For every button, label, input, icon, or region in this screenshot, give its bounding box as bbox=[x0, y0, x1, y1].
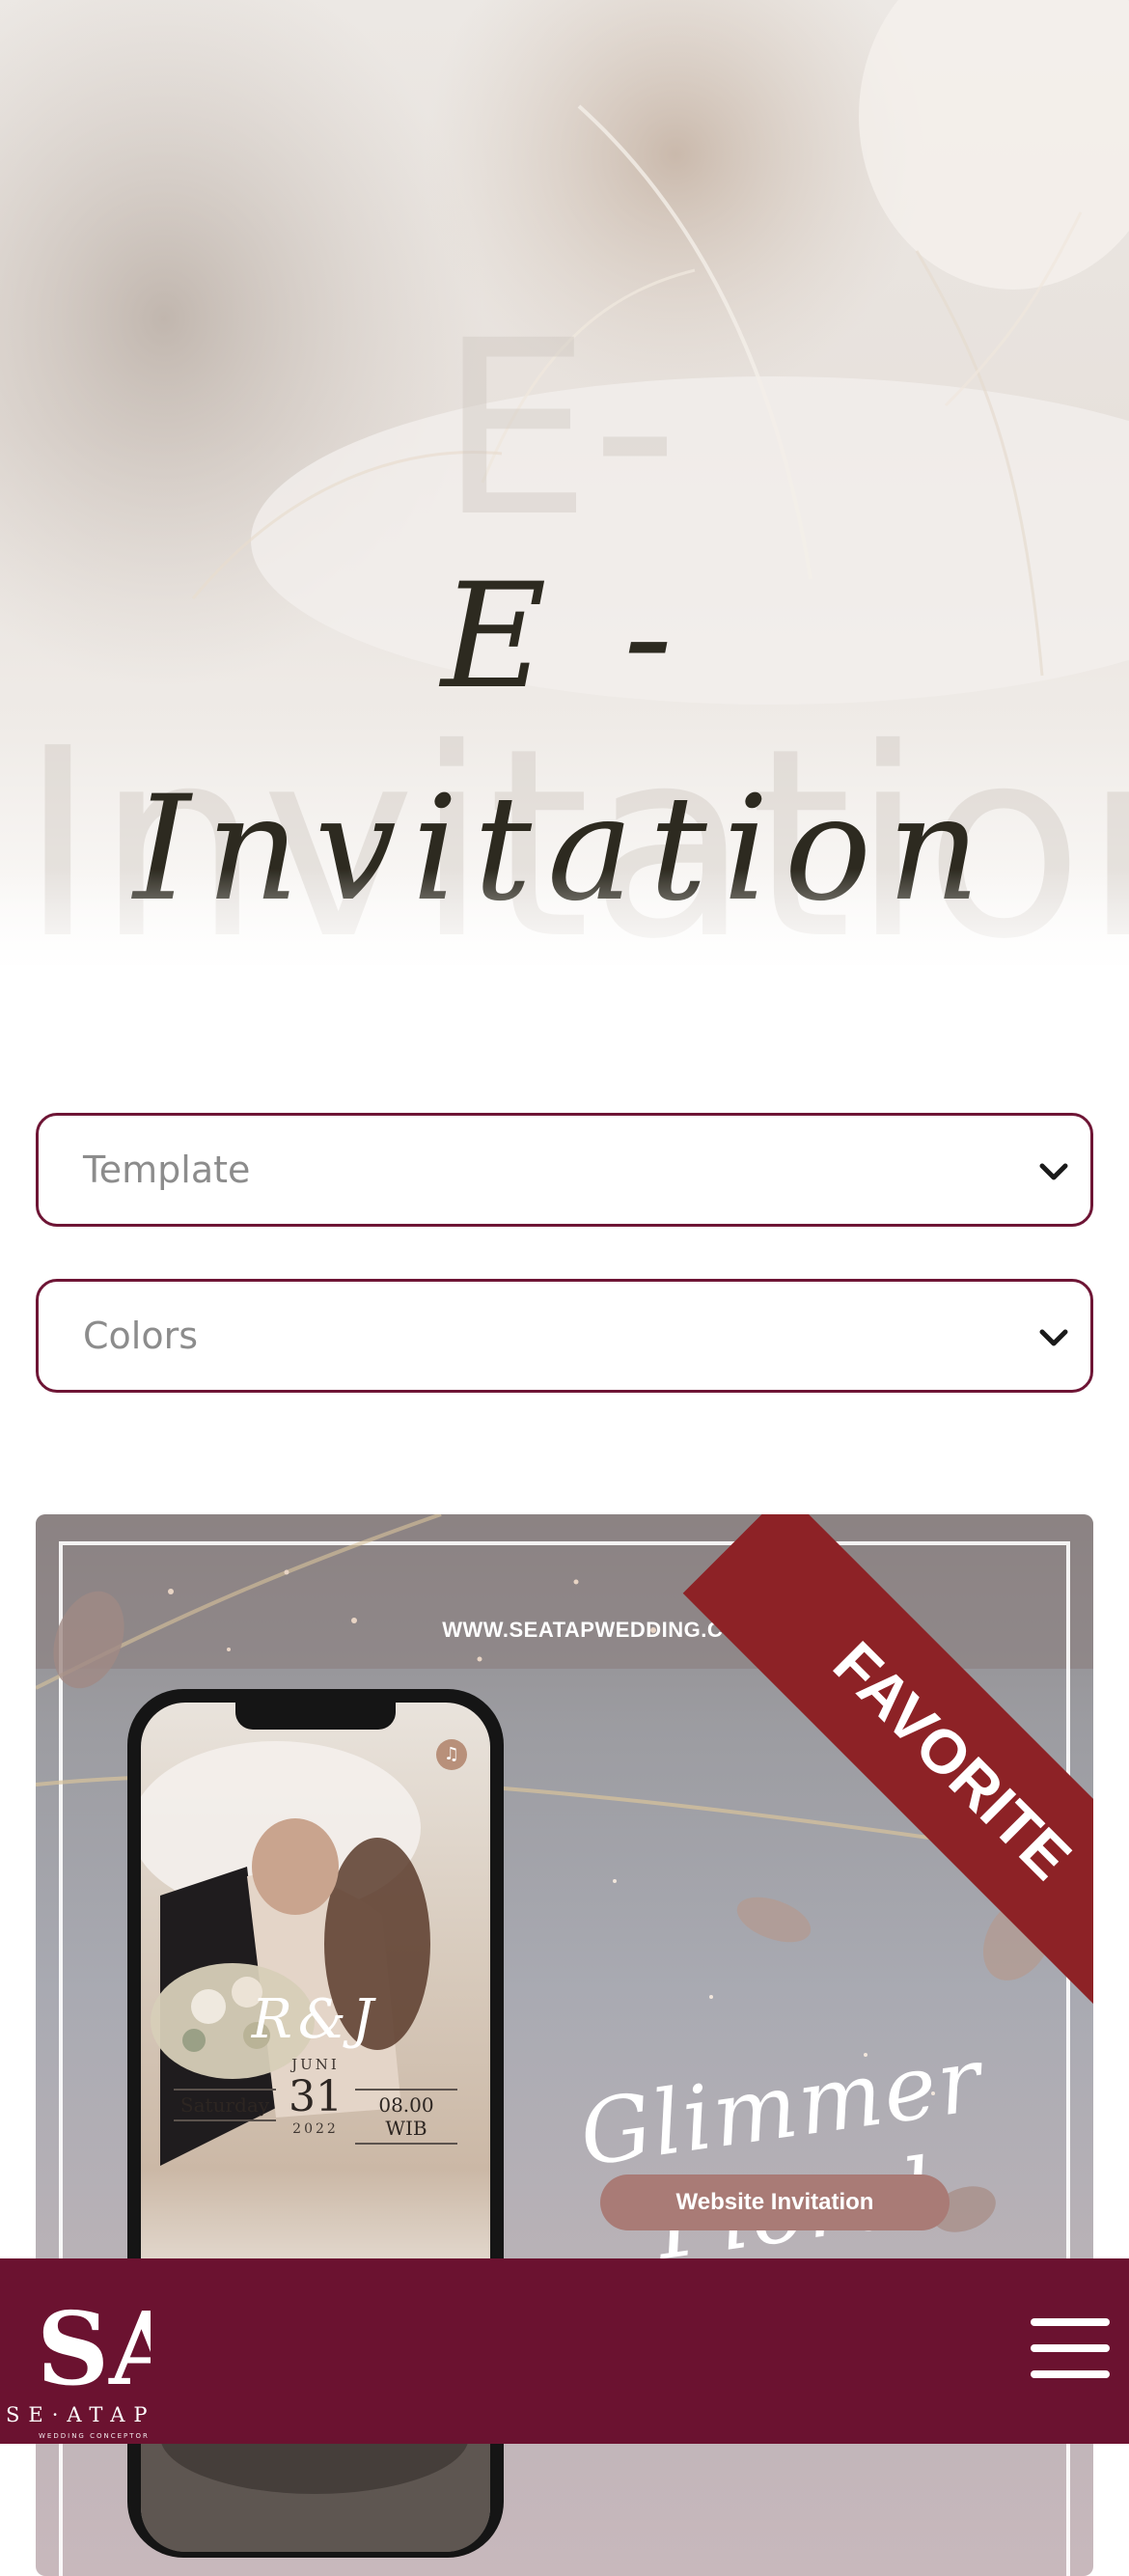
event-time: 08.00 WIB bbox=[355, 2089, 457, 2145]
colors-select[interactable]: Colors bbox=[36, 1279, 1093, 1393]
brand-logo[interactable]: SA bbox=[35, 2289, 151, 2396]
couple-monogram: R&J bbox=[251, 1988, 380, 2051]
hero-fade bbox=[0, 869, 1129, 965]
ghost-heading-1: E- bbox=[439, 289, 679, 569]
logo-mark-text: SA bbox=[37, 2289, 151, 2396]
music-icon: ♫ bbox=[436, 1739, 467, 1770]
brand-wordmark: SE·ATAP bbox=[6, 2403, 156, 2426]
phone-notch bbox=[235, 1703, 396, 1730]
brand-tagline: WEDDING CONCEPTOR bbox=[39, 2432, 150, 2440]
bottom-nav-bar: SA SE·ATAP WEDDING CONCEPTOR bbox=[0, 2258, 1129, 2444]
hamburger-menu-icon[interactable] bbox=[1031, 2318, 1110, 2378]
hero-banner: E- Invitation E - Invitation bbox=[0, 0, 1129, 965]
page-title-line-1: E - bbox=[441, 553, 688, 721]
chevron-down-icon bbox=[1039, 1163, 1068, 1180]
colors-select-label: Colors bbox=[83, 1315, 199, 1357]
event-month: JUNI bbox=[291, 2056, 340, 2073]
template-select[interactable]: Template bbox=[36, 1113, 1093, 1227]
template-select-label: Template bbox=[83, 1149, 251, 1191]
chevron-down-icon bbox=[1039, 1329, 1068, 1346]
event-weekday: Saturday bbox=[174, 2089, 276, 2121]
website-invitation-badge: Website Invitation bbox=[600, 2174, 950, 2230]
